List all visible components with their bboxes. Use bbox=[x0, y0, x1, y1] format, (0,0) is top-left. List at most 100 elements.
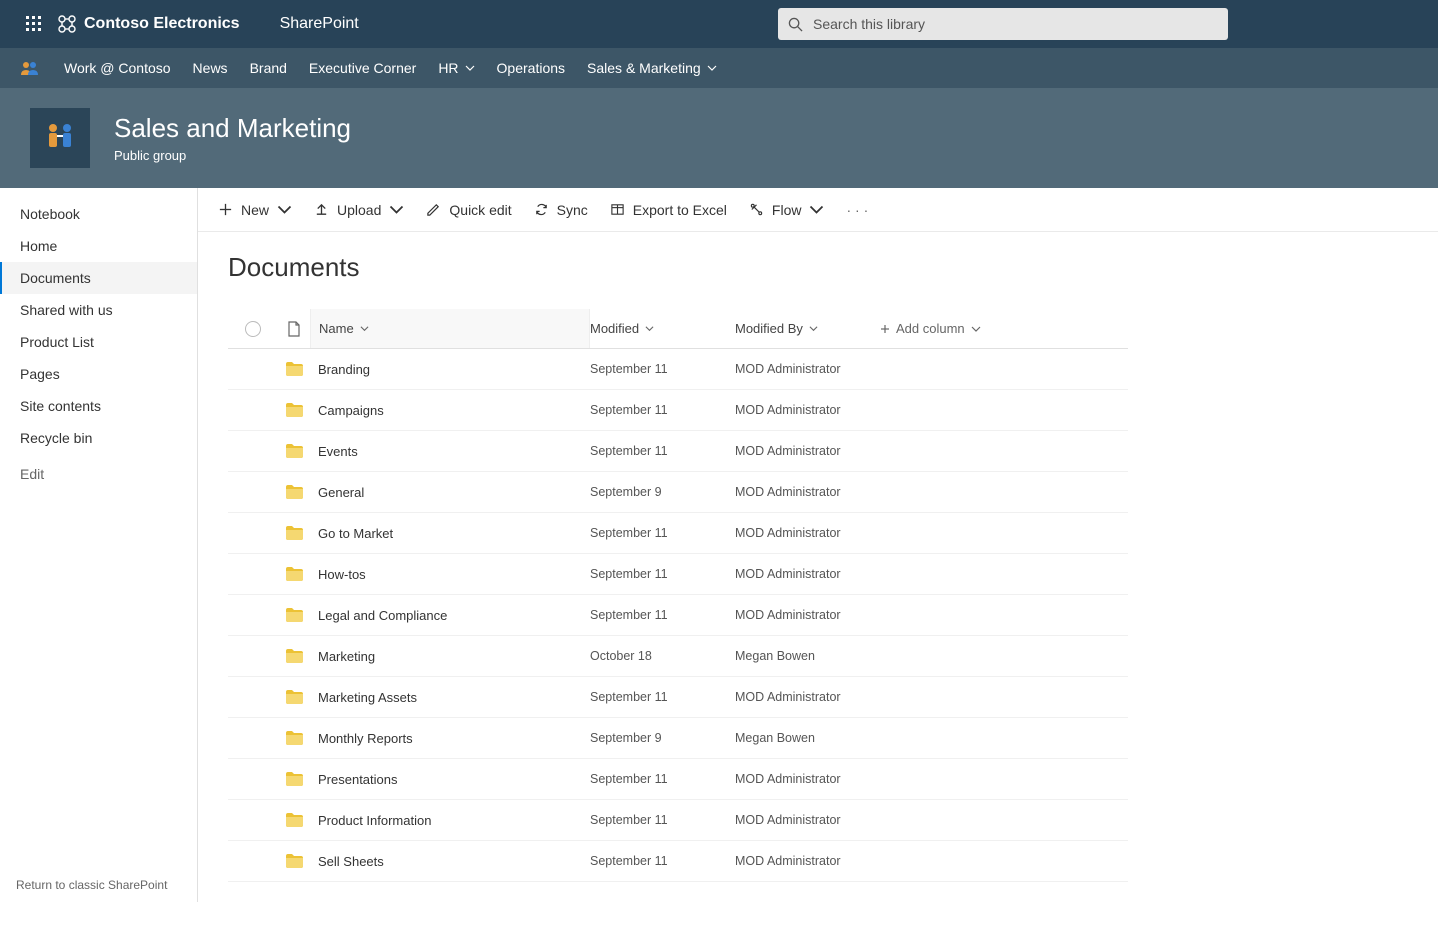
leftnav-item[interactable]: Documents bbox=[0, 262, 197, 294]
table-row[interactable]: Monthly ReportsSeptember 9Megan Bowen bbox=[228, 718, 1128, 759]
row-name[interactable]: Events bbox=[310, 444, 590, 459]
table-row[interactable]: How-tosSeptember 11MOD Administrator bbox=[228, 554, 1128, 595]
row-name[interactable]: Go to Market bbox=[310, 526, 590, 541]
table-row[interactable]: Product InformationSeptember 11MOD Admin… bbox=[228, 800, 1128, 841]
leftnav-item[interactable]: Product List bbox=[0, 326, 197, 358]
plus-icon bbox=[218, 202, 233, 217]
pencil-icon bbox=[426, 202, 441, 217]
hubnav-item[interactable]: Brand bbox=[250, 60, 287, 76]
flow-label: Flow bbox=[772, 202, 802, 218]
row-name[interactable]: Sell Sheets bbox=[310, 854, 590, 869]
row-modified: September 11 bbox=[590, 444, 735, 458]
chevron-down-icon bbox=[809, 324, 818, 333]
excel-icon bbox=[610, 202, 625, 217]
folder-icon bbox=[278, 649, 310, 663]
search-box[interactable] bbox=[778, 8, 1228, 40]
row-name[interactable]: Branding bbox=[310, 362, 590, 377]
table-row[interactable]: EventsSeptember 11MOD Administrator bbox=[228, 431, 1128, 472]
more-actions-button[interactable]: · · · bbox=[846, 202, 868, 218]
plus-icon bbox=[880, 324, 890, 334]
chevron-down-icon bbox=[277, 202, 292, 217]
row-modified-by: MOD Administrator bbox=[735, 526, 880, 540]
table-row[interactable]: CampaignsSeptember 11MOD Administrator bbox=[228, 390, 1128, 431]
upload-button[interactable]: Upload bbox=[314, 202, 404, 218]
brand[interactable]: Contoso Electronics bbox=[58, 15, 240, 33]
row-name[interactable]: Marketing Assets bbox=[310, 690, 590, 705]
row-modified: September 11 bbox=[590, 772, 735, 786]
filetype-column-icon[interactable] bbox=[278, 321, 310, 337]
row-name[interactable]: How-tos bbox=[310, 567, 590, 582]
leftnav-item[interactable]: Notebook bbox=[0, 198, 197, 230]
row-modified: September 9 bbox=[590, 485, 735, 499]
table-row[interactable]: MarketingOctober 18Megan Bowen bbox=[228, 636, 1128, 677]
hubnav-item[interactable]: Operations bbox=[497, 60, 565, 76]
table-row[interactable]: Legal and ComplianceSeptember 11MOD Admi… bbox=[228, 595, 1128, 636]
row-name[interactable]: Presentations bbox=[310, 772, 590, 787]
command-bar: New Upload Quick edit Sync Export to Exc… bbox=[198, 188, 1438, 232]
column-header-modified[interactable]: Modified bbox=[590, 321, 735, 336]
group-members-icon[interactable] bbox=[20, 60, 42, 76]
hubnav-item[interactable]: Work @ Contoso bbox=[64, 60, 171, 76]
sync-button[interactable]: Sync bbox=[534, 202, 588, 218]
sync-icon bbox=[534, 202, 549, 217]
return-classic-link[interactable]: Return to classic SharePoint bbox=[16, 878, 167, 892]
quick-edit-button[interactable]: Quick edit bbox=[426, 202, 511, 218]
table-row[interactable]: Go to MarketSeptember 11MOD Administrato… bbox=[228, 513, 1128, 554]
hub-nav: Work @ Contoso News Brand Executive Corner H… bbox=[0, 48, 1438, 88]
row-modified: September 11 bbox=[590, 854, 735, 868]
row-name[interactable]: Marketing bbox=[310, 649, 590, 664]
leftnav-item[interactable]: Recycle bin bbox=[0, 422, 197, 454]
new-button[interactable]: New bbox=[218, 202, 292, 218]
hubnav-item[interactable]: HR bbox=[438, 60, 474, 76]
folder-icon bbox=[278, 690, 310, 704]
table-row[interactable]: PresentationsSeptember 11MOD Administrat… bbox=[228, 759, 1128, 800]
brand-logo-icon bbox=[58, 15, 76, 33]
upload-label: Upload bbox=[337, 202, 381, 218]
row-modified-by: Megan Bowen bbox=[735, 649, 880, 663]
flow-button[interactable]: Flow bbox=[749, 202, 825, 218]
leftnav-item[interactable]: Site contents bbox=[0, 390, 197, 422]
row-name[interactable]: Campaigns bbox=[310, 403, 590, 418]
leftnav-edit[interactable]: Edit bbox=[0, 458, 197, 490]
row-name[interactable]: Product Information bbox=[310, 813, 590, 828]
table-row[interactable]: Marketing AssetsSeptember 11MOD Administ… bbox=[228, 677, 1128, 718]
row-name[interactable]: Legal and Compliance bbox=[310, 608, 590, 623]
search-input[interactable] bbox=[813, 16, 1218, 32]
table-row[interactable]: BrandingSeptember 11MOD Administrator bbox=[228, 349, 1128, 390]
row-name[interactable]: Monthly Reports bbox=[310, 731, 590, 746]
leftnav-item[interactable]: Shared with us bbox=[0, 294, 197, 326]
export-excel-button[interactable]: Export to Excel bbox=[610, 202, 727, 218]
row-modified-by: MOD Administrator bbox=[735, 813, 880, 827]
page-title: Documents bbox=[228, 252, 1408, 283]
column-header-name[interactable]: Name bbox=[319, 321, 369, 336]
app-launcher-icon[interactable] bbox=[10, 16, 58, 32]
hubnav-item[interactable]: Executive Corner bbox=[309, 60, 416, 76]
hubnav-item[interactable]: News bbox=[193, 60, 228, 76]
hubnav-item-label: Operations bbox=[497, 60, 565, 76]
row-modified-by: MOD Administrator bbox=[735, 854, 880, 868]
site-title[interactable]: Sales and Marketing bbox=[114, 113, 351, 144]
app-name[interactable]: SharePoint bbox=[280, 15, 359, 33]
folder-icon bbox=[278, 854, 310, 868]
table-row[interactable]: Sell SheetsSeptember 11MOD Administrator bbox=[228, 841, 1128, 882]
row-modified: September 9 bbox=[590, 731, 735, 745]
leftnav-item[interactable]: Pages bbox=[0, 358, 197, 390]
chevron-down-icon bbox=[809, 202, 824, 217]
hubnav-item-label: Work @ Contoso bbox=[64, 60, 171, 76]
folder-icon bbox=[278, 772, 310, 786]
row-modified: September 11 bbox=[590, 567, 735, 581]
row-name[interactable]: General bbox=[310, 485, 590, 500]
chevron-down-icon bbox=[645, 324, 654, 333]
select-all-toggle[interactable] bbox=[245, 321, 261, 337]
table-row[interactable]: GeneralSeptember 9MOD Administrator bbox=[228, 472, 1128, 513]
row-modified-by: MOD Administrator bbox=[735, 403, 880, 417]
row-modified-by: MOD Administrator bbox=[735, 690, 880, 704]
row-modified: September 11 bbox=[590, 526, 735, 540]
site-logo[interactable] bbox=[30, 108, 90, 168]
row-modified: September 11 bbox=[590, 608, 735, 622]
hubnav-item[interactable]: Sales & Marketing bbox=[587, 60, 717, 76]
folder-icon bbox=[278, 731, 310, 745]
column-header-modified-by[interactable]: Modified By bbox=[735, 321, 880, 336]
leftnav-item[interactable]: Home bbox=[0, 230, 197, 262]
add-column-button[interactable]: Add column bbox=[880, 321, 1010, 336]
